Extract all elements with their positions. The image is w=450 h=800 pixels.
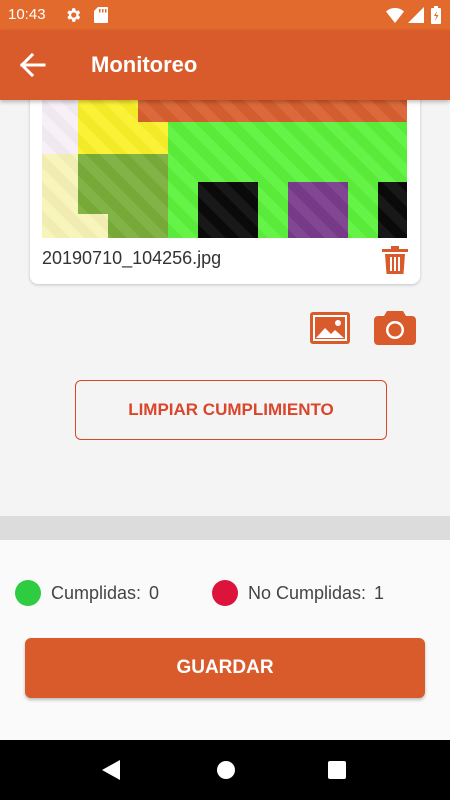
- attachment-thumbnail[interactable]: [42, 100, 407, 238]
- save-button[interactable]: GUARDAR: [25, 638, 425, 698]
- back-arrow-icon[interactable]: [18, 52, 46, 78]
- unfulfilled-count: 1: [374, 582, 385, 603]
- unfulfilled-summary: No Cumplidas: 1: [212, 580, 384, 606]
- system-nav-bar: [0, 740, 450, 800]
- signal-icon: [408, 7, 424, 23]
- fulfilled-count: 0: [149, 582, 160, 603]
- nav-recents-icon[interactable]: [328, 761, 346, 779]
- battery-icon: [431, 6, 441, 24]
- fulfilled-label: Cumplidas:: [51, 582, 142, 603]
- nav-back-icon[interactable]: [102, 760, 120, 780]
- gear-icon: [67, 8, 81, 22]
- sd-card-icon: [94, 7, 108, 23]
- wifi-icon: [386, 8, 404, 23]
- unfulfilled-dot-icon: [212, 580, 238, 606]
- fulfilled-summary: Cumplidas: 0: [15, 580, 159, 606]
- fulfilled-dot-icon: [15, 580, 41, 606]
- app-bar: Monitoreo: [0, 30, 450, 100]
- camera-icon[interactable]: [374, 309, 416, 345]
- attachment-card: 20190710_104256.jpg: [30, 80, 420, 284]
- unfulfilled-label: No Cumplidas:: [248, 582, 367, 603]
- trash-icon[interactable]: [382, 246, 408, 274]
- nav-home-icon[interactable]: [216, 760, 236, 780]
- page-title: Monitoreo: [91, 52, 198, 77]
- attachment-filename: 20190710_104256.jpg: [42, 248, 222, 268]
- status-bar: 10:43: [0, 0, 450, 30]
- clear-compliance-button[interactable]: LIMPIAR CUMPLIMIENTO: [75, 380, 387, 440]
- gallery-icon[interactable]: [310, 312, 350, 344]
- status-time: 10:43: [8, 6, 46, 23]
- section-divider: [0, 516, 450, 540]
